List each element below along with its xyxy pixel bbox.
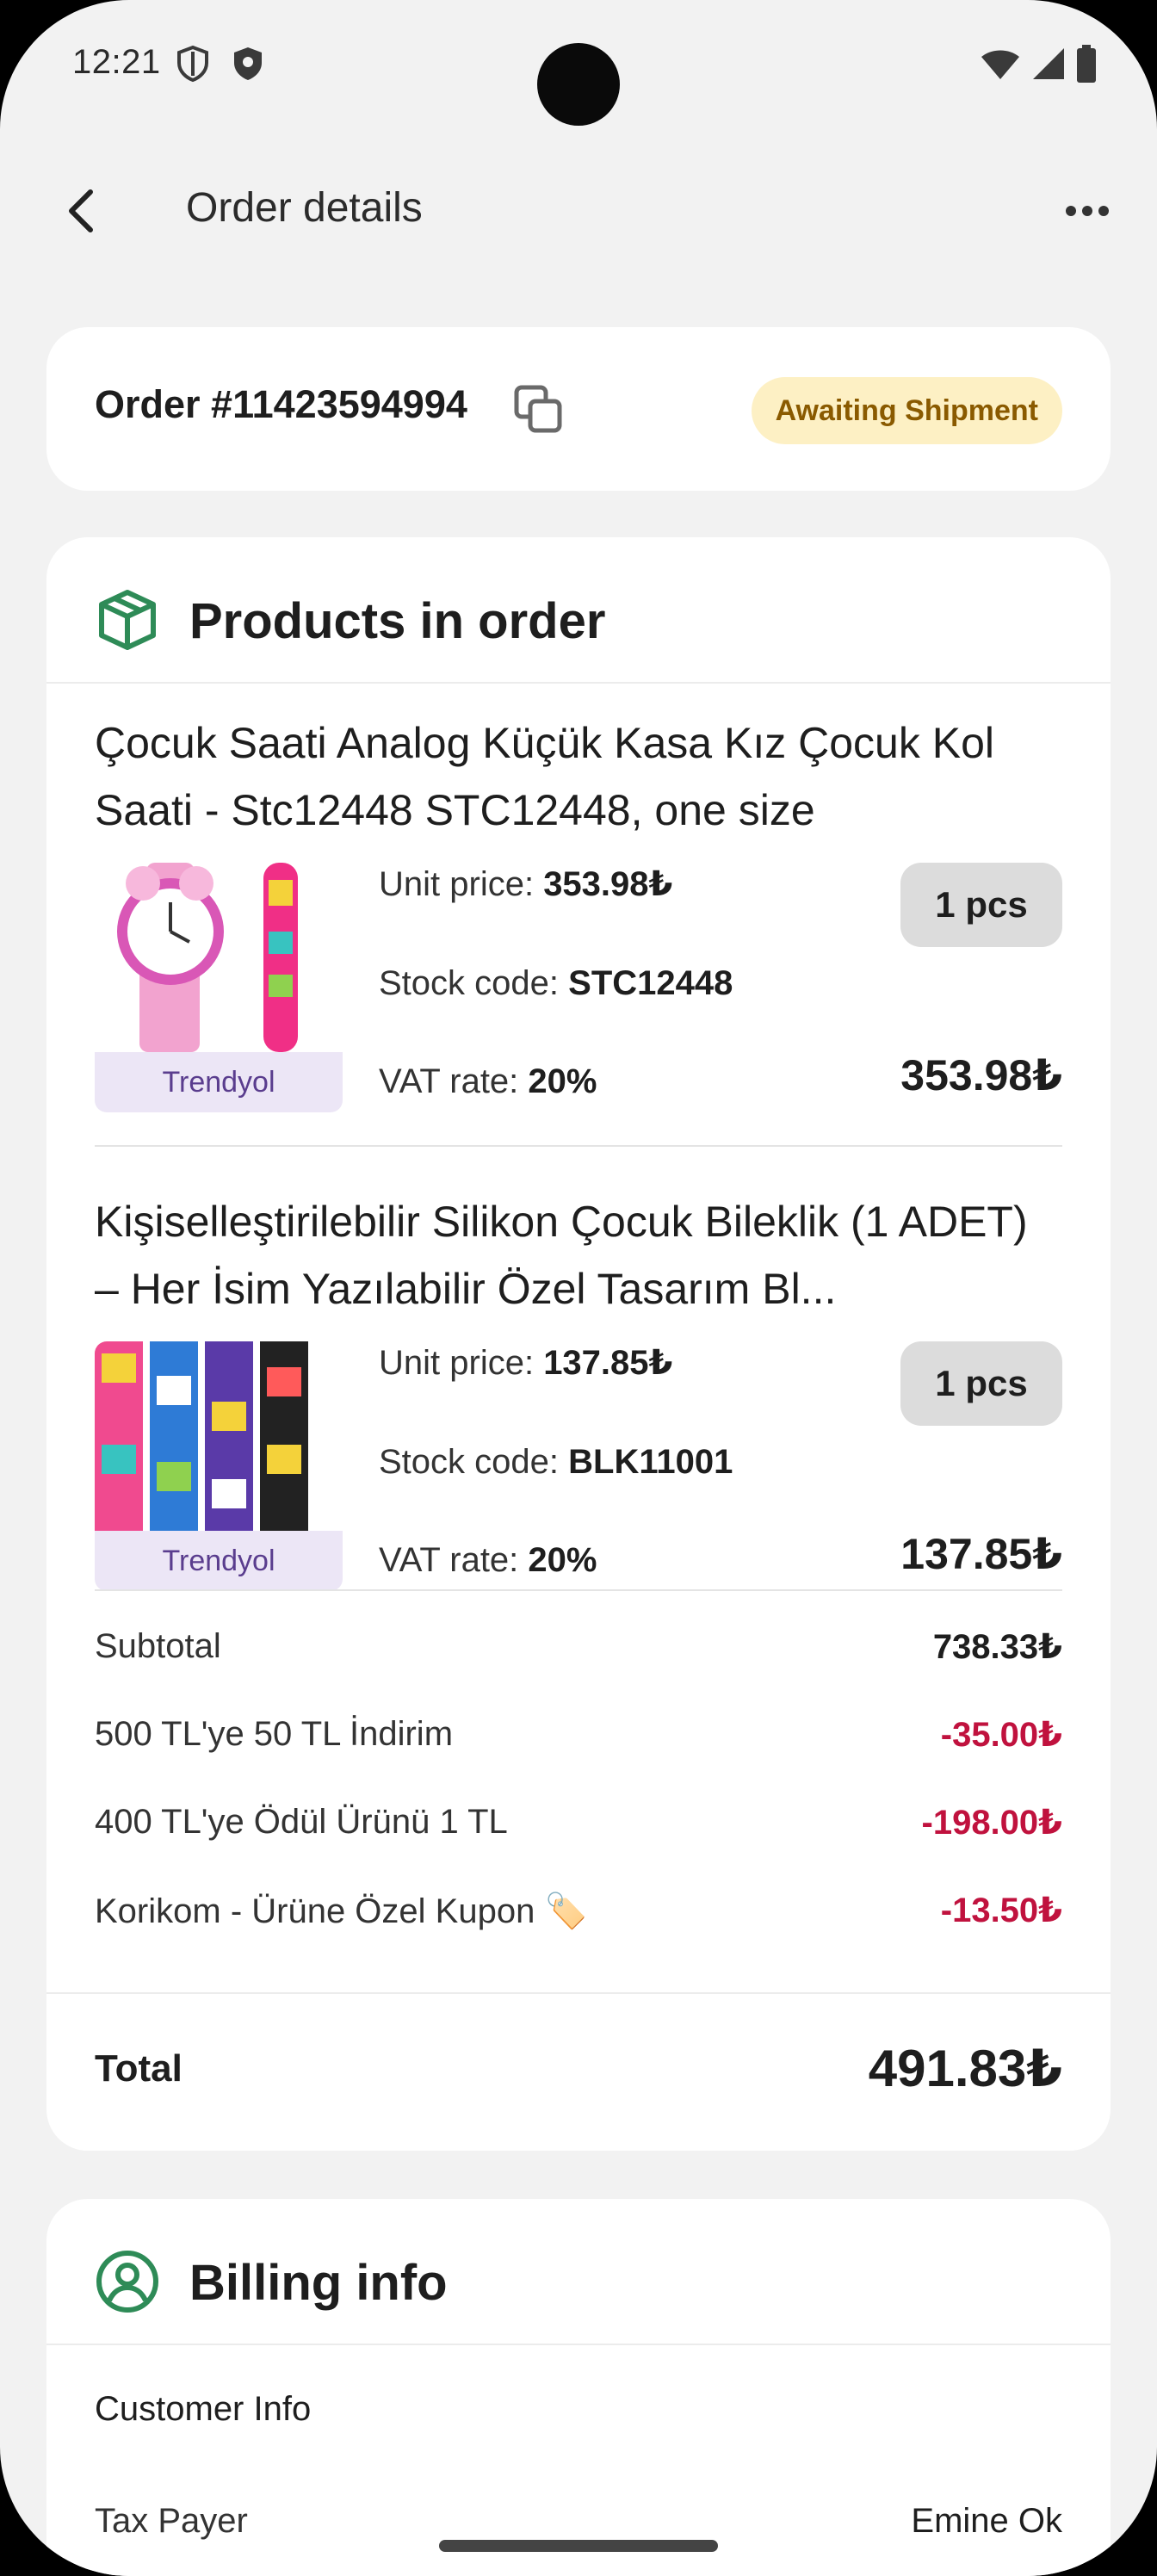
product-price: 137.85₺ <box>900 1530 1062 1578</box>
watch-image <box>95 863 343 1052</box>
total-label: Total <box>95 2047 183 2090</box>
product-divider <box>95 1145 1062 1147</box>
products-section-title: Products in order <box>189 593 606 649</box>
discount-row: 500 TL'ye 50 TL İndirim -35.00₺ <box>95 1715 1062 1755</box>
arrow-back-icon <box>69 189 93 232</box>
subtotal-row: Subtotal 738.33₺ <box>95 1627 1062 1667</box>
stock-code: Stock code: BLK11001 <box>379 1443 733 1481</box>
tax-payer-row: Tax Payer Emine Ok <box>95 2502 1062 2541</box>
billing-section-title: Billing info <box>189 2255 448 2311</box>
total-value: 491.83₺ <box>868 2040 1062 2097</box>
summary-label: 500 TL'ye 50 TL İndirim <box>95 1715 454 1753</box>
home-indicator[interactable] <box>439 2540 718 2552</box>
product-item[interactable]: Kişiselleştirilebilir Silikon Çocuk Bile… <box>95 1188 1062 1593</box>
total-row: Total 491.83₺ <box>95 2030 1062 2108</box>
battery-icon <box>1077 45 1096 83</box>
shield-outline-icon <box>177 45 208 83</box>
page-title: Order details <box>186 185 423 231</box>
vat-rate: VAT rate: 20% <box>379 1062 597 1100</box>
summary-label: Subtotal <box>95 1627 221 1665</box>
summary-value: -35.00₺ <box>940 1716 1062 1754</box>
quantity-pill: 1 pcs <box>900 1341 1062 1426</box>
camera-cutout <box>537 43 620 126</box>
tax-payer-label: Tax Payer <box>95 2502 248 2540</box>
product-name: Kişiselleştirilebilir Silikon Çocuk Bile… <box>95 1198 1028 1313</box>
app-bar: Order details <box>0 164 1157 258</box>
product-image: Trendyol <box>95 1341 343 1591</box>
product-brand: Trendyol <box>95 1052 343 1112</box>
customer-info-label: Customer Info <box>95 2390 312 2428</box>
wifi-icon <box>981 50 1019 79</box>
product-divider <box>95 1589 1062 1591</box>
copy-icon[interactable] <box>511 382 566 437</box>
product-brand: Trendyol <box>95 1531 343 1591</box>
order-number: Order #11423594994 <box>95 382 467 426</box>
vat-rate: VAT rate: 20% <box>379 1541 597 1579</box>
summary-value: 738.33₺ <box>932 1628 1062 1666</box>
summary-value: -13.50₺ <box>940 1892 1062 1929</box>
stock-code: Stock code: STC12448 <box>379 964 733 1002</box>
discount-row: 400 TL'ye Ödül Ürünü 1 TL -198.00₺ <box>95 1803 1062 1842</box>
cellular-signal-icon <box>1033 48 1064 79</box>
products-card: Products in order Çocuk Saati Analog Küç… <box>46 537 1111 2151</box>
bracelet-image <box>95 1341 343 1531</box>
summary-label: Korikom - Ürüne Özel Kupon 🏷️ <box>95 1892 588 1930</box>
status-badge: Awaiting Shipment <box>751 377 1062 444</box>
order-summary-card: Order #11423594994 Awaiting Shipment <box>46 327 1111 491</box>
user-circle-icon <box>96 2251 158 2313</box>
product-name: Çocuk Saati Analog Küçük Kasa Kız Çocuk … <box>95 719 995 834</box>
status-right-icons <box>980 45 1097 83</box>
summary-label: 400 TL'ye Ödül Ürünü 1 TL <box>95 1803 508 1841</box>
more-horizontal-icon <box>1066 206 1109 216</box>
package-icon <box>99 590 156 650</box>
unit-price: Unit price: 137.85₺ <box>379 1344 673 1382</box>
product-item[interactable]: Çocuk Saati Analog Küçük Kasa Kız Çocuk … <box>95 709 1062 1114</box>
billing-card: Billing info Customer Info Tax Payer Emi… <box>46 2199 1111 2576</box>
status-bar: 12:21 <box>0 0 1157 138</box>
product-price: 353.98₺ <box>900 1051 1062 1099</box>
shield-filled-icon <box>234 47 262 80</box>
unit-price: Unit price: 353.98₺ <box>379 865 673 903</box>
products-section-header: Products in order <box>46 537 1111 684</box>
billing-section-header: Billing info <box>46 2199 1111 2345</box>
status-time: 12:21 <box>72 43 161 81</box>
back-button[interactable] <box>50 179 114 243</box>
tax-payer-value: Emine Ok <box>911 2502 1062 2540</box>
screen: 12:21 Order details Order #11423594994 A… <box>0 0 1157 2576</box>
coupon-row: Korikom - Ürüne Özel Kupon 🏷️ -13.50₺ <box>95 1891 1062 1931</box>
total-divider <box>46 1992 1111 1994</box>
product-image: Trendyol <box>95 863 343 1112</box>
more-options-button[interactable] <box>1055 179 1119 243</box>
summary-value: -198.00₺ <box>921 1804 1063 1842</box>
quantity-pill: 1 pcs <box>900 863 1062 947</box>
